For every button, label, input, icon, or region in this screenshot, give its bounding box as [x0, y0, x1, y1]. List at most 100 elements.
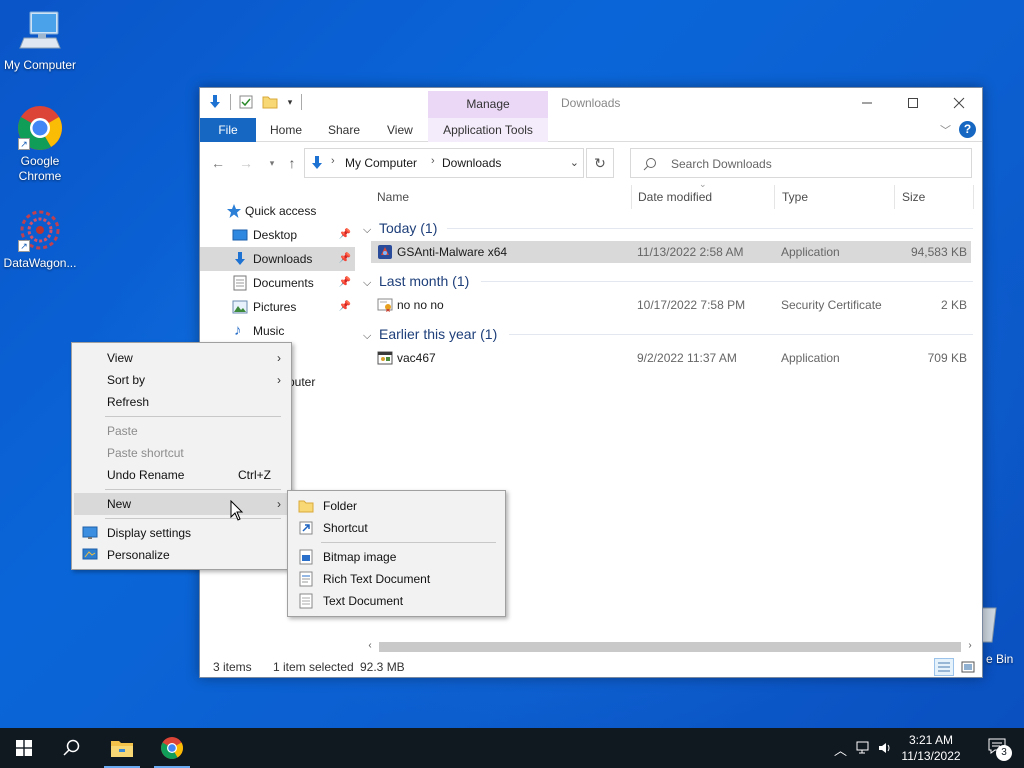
- desktop-icon-datawagon[interactable]: ↗ DataWagon...: [0, 206, 80, 271]
- tab-view[interactable]: View: [387, 118, 413, 142]
- breadcrumb-downloads[interactable]: Downloads: [442, 156, 501, 170]
- chevron-right-icon: ›: [277, 373, 281, 387]
- tab-file[interactable]: File: [200, 118, 256, 142]
- menu-item-label: Sort by: [107, 373, 146, 387]
- desktop-icon-google-chrome[interactable]: ↗ Google Chrome: [0, 104, 80, 184]
- menu-item-bitmap-image[interactable]: Bitmap image: [290, 546, 503, 568]
- recent-locations-icon[interactable]: ▾: [262, 153, 282, 173]
- menu-item-paste[interactable]: Paste: [74, 420, 289, 442]
- file-name: GSAnti-Malware x64: [397, 245, 508, 259]
- tab-manage[interactable]: Manage: [428, 91, 548, 118]
- refresh-button[interactable]: ↻: [586, 148, 614, 178]
- nav-item-desktop[interactable]: Desktop 📌: [200, 223, 355, 247]
- column-header-name[interactable]: Name: [377, 183, 409, 211]
- action-center-button[interactable]: 3: [988, 738, 1012, 761]
- horizontal-scrollbar[interactable]: ‹ ›: [363, 640, 977, 654]
- properties-icon[interactable]: [237, 93, 255, 111]
- nav-item-downloads[interactable]: Downloads 📌: [200, 247, 355, 271]
- status-item-count: 3 items: [213, 660, 252, 674]
- file-row[interactable]: vac467 9/2/2022 11:37 AM Application 709…: [371, 347, 971, 369]
- clock-date: 11/13/2022: [901, 749, 961, 763]
- group-header-earlier-this-year[interactable]: ⌵ Earlier this year (1): [363, 323, 497, 345]
- menu-item-undo-rename[interactable]: Undo Rename Ctrl+Z: [74, 464, 289, 486]
- tab-home[interactable]: Home: [270, 118, 302, 142]
- taskbar-file-explorer[interactable]: [98, 728, 146, 768]
- divider: [631, 185, 632, 209]
- column-header-size[interactable]: Size: [902, 183, 925, 211]
- menu-item-display-settings[interactable]: Display settings: [74, 522, 289, 544]
- volume-icon[interactable]: [878, 741, 892, 755]
- menu-item-refresh[interactable]: Refresh: [74, 391, 289, 413]
- group-header-label: Today (1): [379, 220, 438, 236]
- nav-item-music[interactable]: ♪ Music: [200, 319, 355, 343]
- group-header-last-month[interactable]: ⌵ Last month (1): [363, 270, 469, 292]
- pin-icon: 📌: [338, 253, 351, 264]
- up-arrow-icon[interactable]: ↑: [282, 153, 302, 173]
- close-button[interactable]: [936, 88, 982, 118]
- column-header-date-modified[interactable]: Date modified: [638, 183, 712, 211]
- file-type: Application: [781, 351, 840, 365]
- address-bar[interactable]: › My Computer › Downloads ⌄: [304, 148, 584, 178]
- menu-item-paste-shortcut[interactable]: Paste shortcut: [74, 442, 289, 464]
- clock[interactable]: 3:21 AM 11/13/2022: [896, 732, 966, 764]
- file-size: 2 KB: [940, 298, 967, 312]
- divider: [973, 185, 974, 209]
- chrome-icon: ↗: [16, 104, 64, 152]
- expand-ribbon-icon[interactable]: ﹀: [940, 122, 951, 138]
- nav-item-label: Pictures: [253, 300, 297, 314]
- divider: [894, 185, 895, 209]
- taskbar-chrome[interactable]: [148, 728, 196, 768]
- file-date: 10/17/2022 7:58 PM: [637, 298, 746, 312]
- column-header-type[interactable]: Type: [782, 183, 808, 211]
- status-size: 92.3 MB: [360, 660, 405, 674]
- download-arrow-icon[interactable]: [206, 93, 224, 111]
- start-button[interactable]: [0, 728, 48, 768]
- nav-item-quick-access[interactable]: Quick access: [200, 199, 355, 223]
- menu-item-rich-text-document[interactable]: Rich Text Document: [290, 568, 503, 590]
- details-view-icon[interactable]: [934, 658, 954, 676]
- file-row[interactable]: no no no 10/17/2022 7:58 PM Security Cer…: [371, 294, 971, 316]
- new-folder-icon[interactable]: [261, 93, 279, 111]
- search-button[interactable]: [48, 728, 96, 768]
- breadcrumb-my-computer[interactable]: My Computer: [345, 156, 417, 170]
- scroll-right-icon[interactable]: ›: [963, 639, 977, 653]
- nav-item-documents[interactable]: Documents 📌: [200, 271, 355, 295]
- menu-item-label: Folder: [323, 499, 358, 513]
- pin-icon: 📌: [338, 277, 351, 288]
- menu-item-folder[interactable]: Folder: [290, 495, 503, 517]
- shortcut-arrow-icon: ↗: [18, 240, 30, 252]
- file-row[interactable]: GSAnti-Malware x64 11/13/2022 2:58 AM Ap…: [371, 241, 971, 263]
- chevron-right-icon: ›: [277, 497, 281, 511]
- menu-item-label: Rich Text Document: [323, 572, 431, 586]
- star-icon: [227, 204, 241, 218]
- show-hidden-icons-icon[interactable]: ︿: [834, 740, 847, 759]
- network-icon[interactable]: [856, 741, 872, 755]
- help-icon[interactable]: ?: [959, 121, 976, 138]
- menu-item-text-document[interactable]: Text Document: [290, 590, 503, 612]
- menu-item-view[interactable]: View ›: [74, 347, 289, 369]
- search-input[interactable]: Search Downloads: [630, 148, 972, 178]
- tab-share[interactable]: Share: [328, 118, 360, 142]
- tab-application-tools[interactable]: Application Tools: [428, 118, 548, 142]
- file-name: vac467: [397, 351, 436, 365]
- scroll-left-icon[interactable]: ‹: [363, 639, 377, 653]
- menu-item-label: Shortcut: [323, 521, 368, 535]
- nav-item-pictures[interactable]: Pictures 📌: [200, 295, 355, 319]
- menu-item-label: Display settings: [107, 526, 192, 540]
- desktop-icon: [232, 229, 248, 241]
- menu-item-sort-by[interactable]: Sort by ›: [74, 369, 289, 391]
- group-header-today[interactable]: ⌵ Today (1): [363, 217, 437, 239]
- title-bar[interactable]: ▾ Manage Downloads: [200, 88, 982, 118]
- menu-item-shortcut[interactable]: Shortcut: [290, 517, 503, 539]
- maximize-button[interactable]: [890, 88, 936, 118]
- customize-toolbar-icon[interactable]: ▾: [285, 93, 295, 111]
- back-arrow-icon[interactable]: ←: [208, 153, 228, 173]
- forward-arrow-icon[interactable]: →: [236, 153, 256, 173]
- minimize-button[interactable]: [844, 88, 890, 118]
- chevron-down-icon[interactable]: ⌄: [570, 156, 579, 169]
- scrollbar-thumb[interactable]: [379, 642, 961, 652]
- desktop-icon-my-computer[interactable]: My Computer: [0, 8, 80, 73]
- menu-item-personalize[interactable]: Personalize: [74, 544, 289, 566]
- large-icons-view-icon[interactable]: [958, 658, 978, 676]
- menu-item-new[interactable]: New ›: [74, 493, 289, 515]
